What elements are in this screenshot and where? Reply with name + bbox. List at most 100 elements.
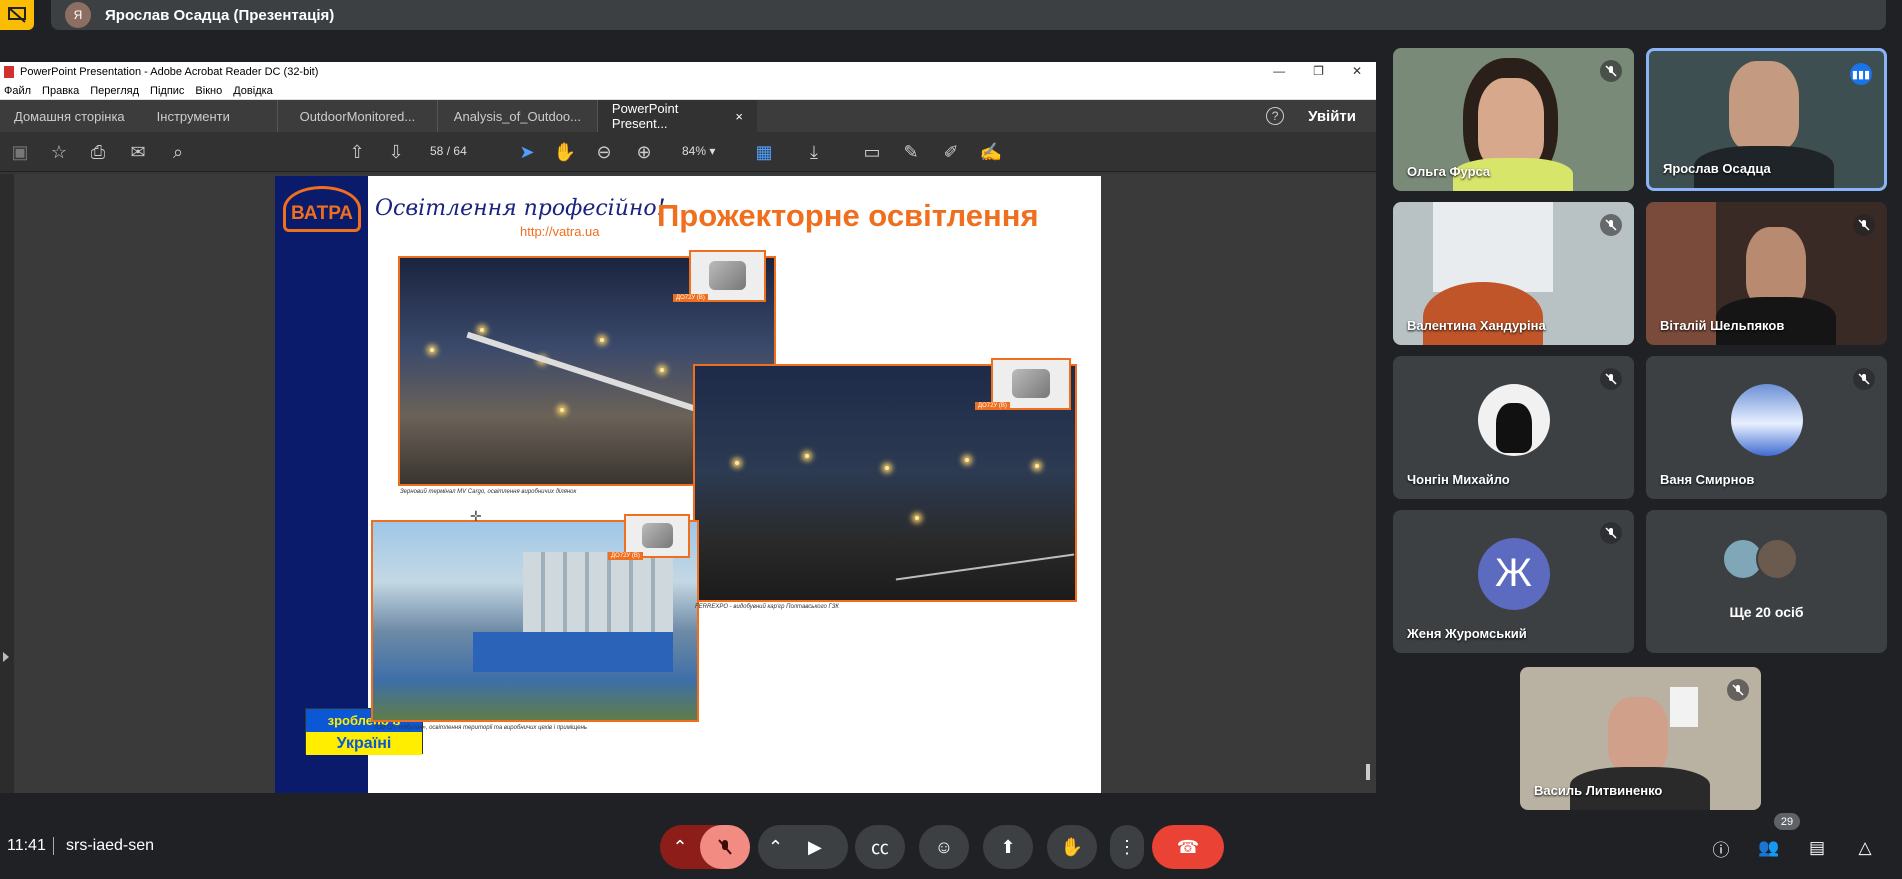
- captions-icon: ㏄: [871, 838, 889, 858]
- bookmark-star-icon[interactable]: ☆: [47, 140, 71, 164]
- tab-close-icon[interactable]: ×: [735, 109, 743, 124]
- participant-name: Василь Литвиненко: [1534, 783, 1663, 798]
- participant-tile[interactable]: Ж Женя Журомський: [1393, 510, 1634, 653]
- search-icon[interactable]: ⌕: [166, 140, 190, 164]
- help-icon[interactable]: ?: [1266, 107, 1285, 125]
- tab-doc-3[interactable]: PowerPoint Present... ×: [596, 100, 757, 132]
- divider: [53, 837, 54, 855]
- highlight-icon[interactable]: ✎: [899, 140, 923, 164]
- activities-icon[interactable]: △: [1854, 837, 1876, 859]
- meeting-info-icon[interactable]: ⓘ: [1710, 837, 1732, 860]
- draw-icon[interactable]: ✐: [939, 140, 963, 164]
- menu-window[interactable]: Вікно: [195, 85, 222, 97]
- chat-icon[interactable]: ▤: [1806, 837, 1828, 859]
- leave-call-button[interactable]: ☎: [1152, 825, 1224, 869]
- menu-bar: Файл Правка Перегляд Підпис Вікно Довідк…: [0, 82, 1376, 100]
- photo-caption-3: ТОВ СП «Нібулон», освітлення території т…: [373, 725, 588, 731]
- page-display-icon[interactable]: ⤓: [802, 140, 826, 164]
- comment-icon[interactable]: ▭: [860, 140, 884, 164]
- presentation-icon[interactable]: [0, 0, 34, 30]
- page-indicator[interactable]: 58 / 64: [430, 144, 467, 158]
- window-title: PowerPoint Presentation - Adobe Acrobat …: [20, 66, 319, 78]
- more-participants-tile[interactable]: Ще 20 осіб: [1646, 510, 1887, 653]
- participant-avatar: [1477, 383, 1550, 456]
- people-icon[interactable]: 👥: [1758, 837, 1780, 859]
- more-options-button[interactable]: ⋮: [1110, 825, 1144, 869]
- mic-off-icon: [1600, 60, 1622, 82]
- participant-tile[interactable]: Валентина Хандуріна: [1393, 202, 1634, 345]
- page-fit-icon[interactable]: ▦: [752, 140, 776, 164]
- close-icon[interactable]: ✕: [1352, 64, 1362, 78]
- camera-options-chevron-icon[interactable]: ⌃: [768, 837, 783, 858]
- menu-view[interactable]: Перегляд: [90, 85, 139, 97]
- menu-file[interactable]: Файл: [4, 85, 31, 97]
- presenter-banner[interactable]: Я Ярослав Осадца (Презентація): [51, 0, 1886, 30]
- restore-icon[interactable]: ❐: [1313, 64, 1324, 78]
- participant-tile[interactable]: Чонгін Михайло: [1393, 356, 1634, 499]
- scrollbar[interactable]: [1366, 764, 1370, 780]
- print-icon[interactable]: ⎙: [86, 140, 110, 164]
- navigation-pane[interactable]: [0, 174, 14, 793]
- tab-tools[interactable]: Інструменти: [139, 100, 244, 132]
- camera-icon[interactable]: ▶: [808, 837, 822, 858]
- emoji-button[interactable]: ☺: [919, 825, 969, 869]
- participant-name: Женя Журомський: [1407, 626, 1527, 641]
- fill-sign-icon[interactable]: ✍: [979, 140, 1003, 164]
- photo-caption-2: FERREXPO - видобувний кар'єр Полтавськог…: [695, 604, 839, 610]
- participant-tile[interactable]: Віталій Шельпяков: [1646, 202, 1887, 345]
- mic-off-icon: [1727, 679, 1749, 701]
- end-call-icon: ☎: [1176, 836, 1200, 857]
- expand-pane-icon[interactable]: [3, 652, 9, 662]
- menu-sign[interactable]: Підпис: [150, 85, 184, 97]
- participant-avatar: [1730, 383, 1803, 456]
- slide-title: Прожекторне освітлення: [657, 198, 1039, 233]
- document-viewer[interactable]: ВАТРА зроблено в Україні Освітлення проф…: [0, 174, 1376, 793]
- participant-tile[interactable]: Ваня Смирнов: [1646, 356, 1887, 499]
- hand-tool-icon[interactable]: ✋: [553, 140, 577, 164]
- present-screen-icon: ⬆: [1000, 836, 1016, 857]
- slide-slogan: Освітлення професійно!: [375, 196, 666, 221]
- presenter-label: Ярослав Осадца (Презентація): [105, 6, 335, 24]
- mic-options-chevron-icon[interactable]: ⌃: [660, 825, 700, 869]
- slide-url: http://vatra.ua: [520, 224, 600, 239]
- acrobat-titlebar: PowerPoint Presentation - Adobe Acrobat …: [0, 62, 1376, 82]
- raise-hand-button[interactable]: ✋: [1047, 825, 1097, 869]
- next-page-icon[interactable]: ⇩: [384, 140, 408, 164]
- vatra-logo: ВАТРА: [283, 186, 361, 232]
- minimize-icon[interactable]: —: [1273, 64, 1285, 78]
- pdf-icon: [4, 66, 14, 78]
- page-current[interactable]: 58: [430, 144, 443, 158]
- raise-hand-icon: ✋: [1060, 836, 1084, 857]
- crosshair-cursor-icon: ✛: [470, 508, 482, 524]
- acrobat-tabs: Домашня сторінка Інструменти OutdoorMoni…: [0, 100, 1376, 132]
- tab-doc-1[interactable]: OutdoorMonitored...: [276, 100, 437, 132]
- acrobat-toolbar: ▣ ☆ ⎙ ✉ ⌕ ⇧ ⇩ 58 / 64 ➤ ✋ ⊖ ⊕ 84% ▾ ▦ ⤓ …: [0, 132, 1376, 172]
- tab-home[interactable]: Домашня сторінка: [0, 100, 139, 132]
- save-icon[interactable]: ▣: [8, 140, 32, 164]
- participant-name: Ольга Фурса: [1407, 164, 1491, 179]
- mic-off-button[interactable]: [700, 825, 750, 869]
- camera-control-group: ⌃ ▶: [758, 825, 848, 869]
- menu-edit[interactable]: Правка: [42, 85, 79, 97]
- mic-off-icon: [718, 839, 732, 855]
- zoom-in-icon[interactable]: ⊕: [632, 140, 656, 164]
- captions-button[interactable]: ㏄: [855, 825, 905, 869]
- participant-tile[interactable]: Василь Литвиненко: [1520, 667, 1761, 810]
- participant-tile-active-speaker[interactable]: ▮▮▮ Ярослав Осадца: [1646, 48, 1887, 191]
- zoom-level[interactable]: 84% ▾: [682, 144, 715, 158]
- mic-control-group: ⌃: [660, 825, 750, 869]
- meeting-code: srs-iaed-sen: [66, 837, 155, 854]
- zoom-out-icon[interactable]: ⊖: [592, 140, 616, 164]
- menu-help[interactable]: Довідка: [233, 85, 273, 97]
- select-cursor-icon[interactable]: ➤: [515, 140, 539, 164]
- more-participants-label: Ще 20 осіб: [1729, 604, 1804, 620]
- meet-control-bar: 11:41 srs-iaed-sen ⌃ ⌃ ▶ ㏄ ☺ ⬆ ✋ ⋮ ☎ ⓘ 👥…: [0, 815, 1902, 879]
- prev-page-icon[interactable]: ⇧: [345, 140, 369, 164]
- login-button[interactable]: Увійти: [1308, 108, 1356, 125]
- more-vert-icon: ⋮: [1118, 836, 1136, 857]
- email-icon[interactable]: ✉: [126, 140, 150, 164]
- present-button[interactable]: ⬆: [983, 825, 1033, 869]
- participant-tile[interactable]: Ольга Фурса: [1393, 48, 1634, 191]
- zoom-value: 84%: [682, 144, 707, 158]
- tab-doc-2[interactable]: Analysis_of_Outdoo...: [436, 100, 597, 132]
